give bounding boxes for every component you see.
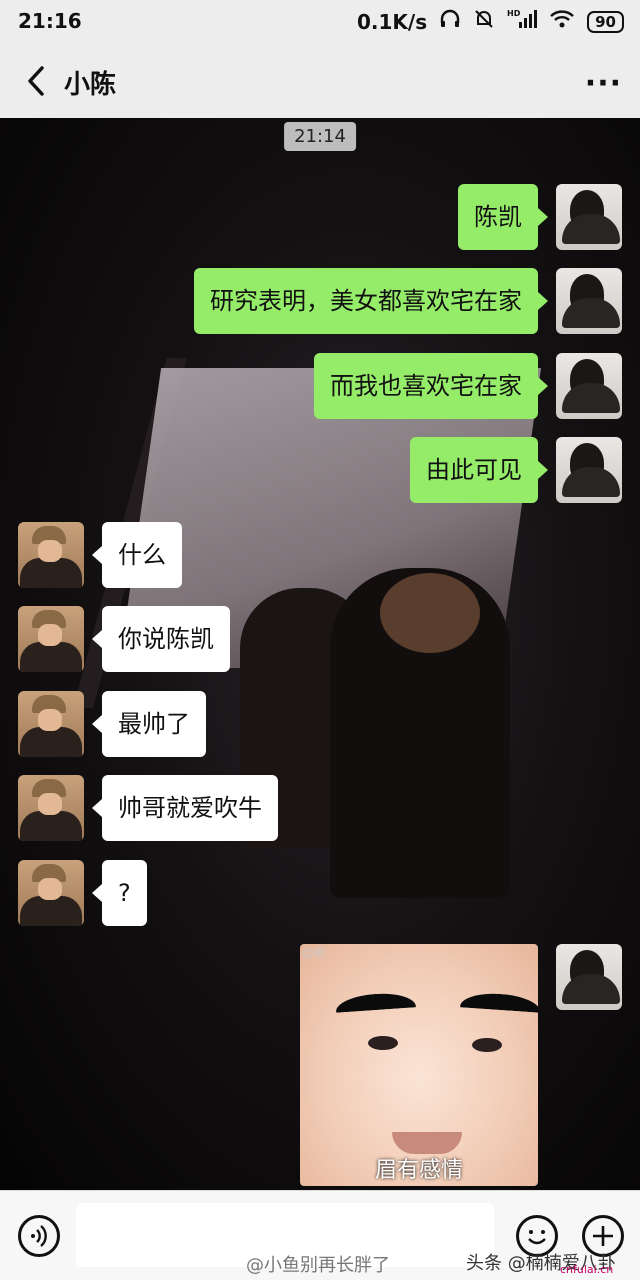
more-options-button[interactable]: ··· (585, 66, 622, 101)
battery-indicator: 90 (587, 10, 624, 33)
signal-icon: HD (507, 8, 538, 35)
incoming-bubble[interactable]: ? (92, 860, 147, 926)
outgoing-bubble[interactable]: 而我也喜欢宅在家 (314, 353, 548, 419)
message-row: ? (18, 860, 147, 926)
my-avatar[interactable] (556, 268, 622, 334)
my-avatar[interactable] (556, 353, 622, 419)
back-button[interactable] (20, 64, 54, 98)
weibo-watermark: @小鱼别再长胖了 (246, 1255, 390, 1276)
outgoing-bubble[interactable]: 研究表明，美女都喜欢宅在家 (194, 268, 548, 334)
message-row: 由此可见 (410, 437, 622, 503)
sticker-watermark: @昵 (302, 946, 327, 960)
chat-header: 小陈 ··· (0, 44, 640, 118)
friend-avatar[interactable] (18, 860, 84, 926)
friend-avatar[interactable] (18, 606, 84, 672)
status-bar: 21:16 0.1K/s HD 90 (0, 0, 640, 44)
outgoing-bubble[interactable]: 由此可见 (410, 437, 548, 503)
my-avatar[interactable] (556, 437, 622, 503)
incoming-bubble[interactable]: 什么 (92, 522, 182, 588)
incoming-bubble[interactable]: 帅哥就爱吹牛 (92, 775, 278, 841)
mute-bell-icon (473, 8, 495, 35)
chevron-left-icon (28, 66, 44, 96)
message-row: 什么 (18, 522, 182, 588)
status-time: 21:16 (18, 9, 82, 33)
sticker-caption: 眉有感情 (374, 1158, 463, 1183)
message-row: 而我也喜欢宅在家 (314, 353, 622, 419)
headphone-icon (439, 8, 461, 35)
my-avatar[interactable] (556, 944, 622, 1010)
my-avatar[interactable] (556, 184, 622, 250)
chat-area[interactable]: 21:14 陈凯 研究表明，美女都喜欢宅在家 而我也喜欢宅在家 由此可见 什么 … (0, 118, 640, 1190)
incoming-bubble[interactable]: 你说陈凯 (92, 606, 230, 672)
eyebrow (335, 991, 417, 1027)
wifi-icon (549, 8, 575, 35)
message-row: 你说陈凯 (18, 606, 230, 672)
message-row: 陈凯 (458, 184, 622, 250)
voice-button[interactable] (18, 1215, 60, 1257)
chat-title: 小陈 (64, 70, 117, 100)
message-row: 帅哥就爱吹牛 (18, 775, 278, 841)
site-watermark: cnfulai.cn (560, 1263, 614, 1276)
eyebrow (459, 991, 538, 1027)
hd-label: HD (507, 9, 521, 18)
message-timestamp: 21:14 (284, 122, 356, 151)
input-bar: @小鱼别再长胖了 头条 @楠楠爱八卦 cnfulai.cn (0, 1190, 640, 1280)
voice-icon (31, 1225, 47, 1247)
friend-avatar[interactable] (18, 691, 84, 757)
network-speed: 0.1K/s (356, 9, 428, 34)
sticker-image[interactable]: @昵 眉有感情 (300, 944, 538, 1186)
incoming-bubble[interactable]: 最帅了 (92, 691, 206, 757)
outgoing-bubble[interactable]: 陈凯 (458, 184, 548, 250)
message-row: 研究表明，美女都喜欢宅在家 (194, 268, 622, 334)
friend-avatar[interactable] (18, 522, 84, 588)
message-row: 最帅了 (18, 691, 206, 757)
friend-avatar[interactable] (18, 775, 84, 841)
message-row: @昵 眉有感情 (300, 944, 622, 1186)
